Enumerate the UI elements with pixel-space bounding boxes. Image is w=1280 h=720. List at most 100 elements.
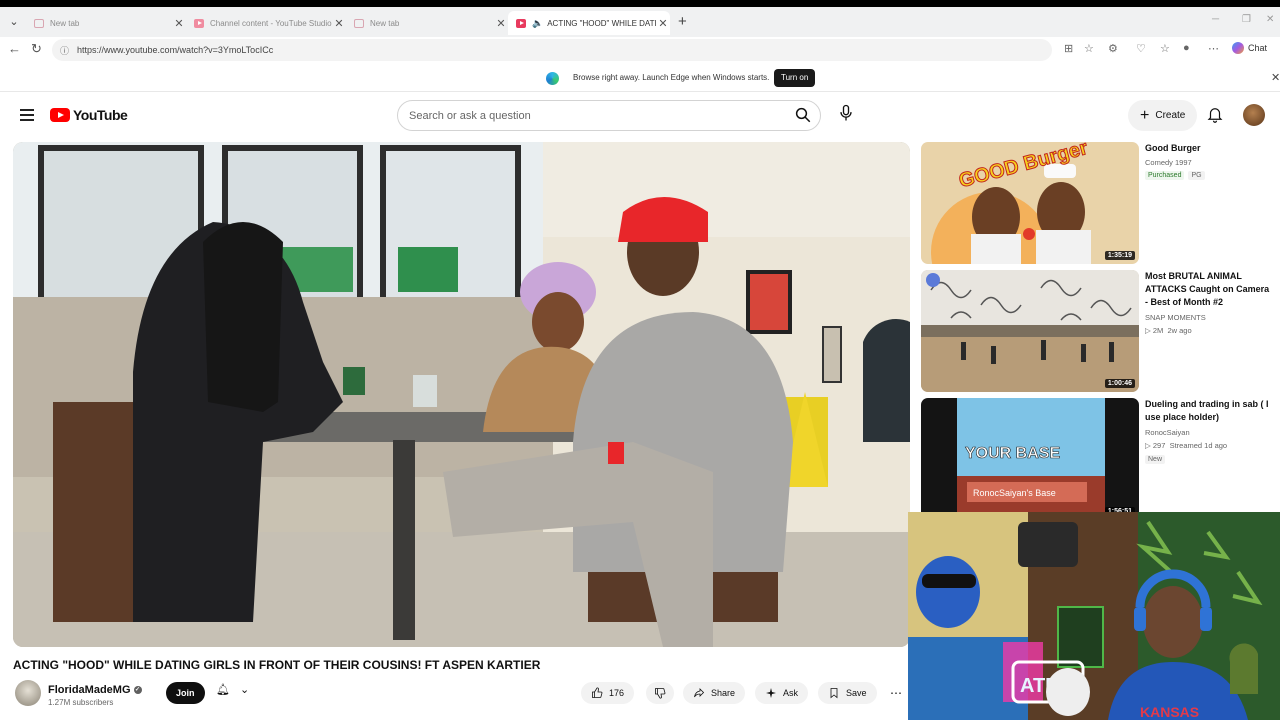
video-title: ACTING "HOOD" WHILE DATING GIRLS IN FRON… <box>13 658 541 672</box>
view-count: 2M <box>1152 326 1164 335</box>
microphone-icon[interactable] <box>836 102 856 124</box>
browser-essentials-icon[interactable]: ♡ <box>1136 42 1146 55</box>
recommendation-thumbnail[interactable]: 1:00:46 <box>921 270 1139 392</box>
recommendation-thumbnail[interactable]: GOOD Burger 1:35:19 <box>921 142 1139 264</box>
search-box[interactable]: Search or ask a question <box>397 100 821 131</box>
address-bar[interactable]: ⓘ https://www.youtube.com/watch?v=3YmoLT… <box>52 39 1052 61</box>
share-button[interactable]: Share <box>683 682 746 704</box>
banner-message: Browse right away. Launch Edge when Wind… <box>573 73 770 82</box>
streamer-webcam-image: ATM KANSAS <box>908 512 1280 720</box>
url-text: https://www.youtube.com/watch?v=3YmoLToc… <box>77 45 274 55</box>
youtube-wordmark: YouTube <box>73 107 128 123</box>
good-burger-thumbnail-image: GOOD Burger <box>921 142 1139 264</box>
chevron-down-icon: ⌄ <box>239 684 250 696</box>
channel-name-link[interactable]: FloridaMadeMG ✓ <box>48 684 142 696</box>
recommendation-channel: RonocSaiyan <box>1145 428 1190 437</box>
new-tab-icon[interactable]: + <box>678 13 687 30</box>
more-options-icon[interactable]: ⋯ <box>1208 42 1219 55</box>
recommendation-thumbnail[interactable]: YOUR BASE RonocSaiyan's Base 1:56:51 <box>921 398 1139 520</box>
tab-label: ACTING "HOOD" WHILE DATI <box>547 18 656 28</box>
recommendation-item[interactable]: 1:00:46 Most BRUTAL ANIMAL ATTACKS Caugh… <box>921 270 1280 394</box>
speaker-icon[interactable]: 🔈 <box>532 18 543 29</box>
upload-age: Streamed 1d ago <box>1169 441 1228 450</box>
recommendation-meta: Comedy 1997 <box>1145 158 1192 167</box>
back-icon[interactable]: ← <box>8 41 21 56</box>
recommendation-title: Dueling and trading in sab ( I use place… <box>1145 399 1269 422</box>
animal-attacks-thumbnail-image <box>921 270 1139 392</box>
recommendation-stats: ▷ 2M 2w ago <box>1145 326 1192 335</box>
roblox-base-thumbnail-image: YOUR BASE RonocSaiyan's Base <box>921 398 1139 520</box>
recommendation-stats: ▷ 297 Streamed 1d ago <box>1145 441 1227 450</box>
recommendation-item[interactable]: GOOD Burger 1:35:19 Good Burger Comedy 1… <box>921 142 1280 266</box>
close-window-icon[interactable]: ✕ <box>1266 14 1274 25</box>
close-tab-icon[interactable]: ✕ <box>332 17 346 30</box>
purchased-badge: Purchased <box>1145 171 1185 180</box>
tab-label: New tab <box>370 18 400 28</box>
menu-icon[interactable] <box>20 109 34 121</box>
split-screen-icon[interactable]: ⊞ <box>1064 42 1073 55</box>
recommendation-title: Good Burger <box>1145 143 1201 153</box>
more-actions-icon[interactable]: ⋯ <box>884 682 908 704</box>
duration-badge: 1:35:19 <box>1104 251 1135 260</box>
tab-actions-icon[interactable]: ⌄ <box>6 15 22 29</box>
favorites-icon[interactable]: ☆ <box>1160 42 1170 55</box>
ask-button[interactable]: Ask <box>755 682 809 704</box>
copilot-icon <box>1232 42 1244 54</box>
address-bar-row: ← ↻ ⓘ https://www.youtube.com/watch?v=3Y… <box>0 37 1280 63</box>
copilot-chat-button[interactable]: Chat <box>1232 42 1267 54</box>
tab-current-video[interactable]: 🔈 ACTING "HOOD" WHILE DATI ✕ <box>508 11 670 35</box>
plus-icon: + <box>1140 106 1150 124</box>
upload-age: 2w ago <box>1167 326 1192 335</box>
profile-icon[interactable]: ● <box>1183 42 1190 54</box>
duration-badge: 1:00:46 <box>1104 379 1135 388</box>
verified-check-icon: ✓ <box>133 686 142 694</box>
save-label: Save <box>846 688 867 698</box>
channel-avatar[interactable] <box>15 680 41 706</box>
channel-name: FloridaMadeMG <box>48 684 131 696</box>
minimize-icon[interactable]: ─ <box>1212 14 1219 25</box>
youtube-icon <box>516 18 526 28</box>
create-button[interactable]: + Create <box>1128 100 1198 131</box>
join-button[interactable]: Join <box>166 682 205 704</box>
search-icon[interactable] <box>794 106 812 124</box>
video-frame-image <box>13 142 910 647</box>
close-banner-icon[interactable]: ✕ <box>1271 71 1280 84</box>
refresh-icon[interactable]: ↻ <box>31 41 42 57</box>
youtube-logo[interactable]: YouTube <box>50 107 128 123</box>
favorite-star-icon[interactable]: ☆ <box>1084 42 1094 55</box>
save-button[interactable]: Save <box>818 682 877 704</box>
chat-label: Chat <box>1248 43 1268 53</box>
page-icon <box>34 18 44 28</box>
video-player[interactable] <box>13 142 910 647</box>
channel-row: FloridaMadeMG ✓ 1.27M subscribers Join 🔔… <box>13 680 913 720</box>
account-avatar[interactable] <box>1243 104 1265 126</box>
turn-on-button[interactable]: Turn on <box>774 69 816 87</box>
notifications-bell-icon[interactable] <box>1206 105 1224 123</box>
close-tab-icon[interactable]: ✕ <box>172 17 186 30</box>
tab-new-tab-2[interactable]: New tab ✕ <box>346 11 508 35</box>
tab-youtube-studio[interactable]: Channel content - YouTube Studio ✕ <box>186 11 346 35</box>
webcam-overlay: ATM KANSAS <box>908 512 1280 720</box>
subscriber-count: 1.27M subscribers <box>48 698 114 707</box>
like-button[interactable]: 176 <box>581 682 635 704</box>
view-count: 297 <box>1152 441 1166 450</box>
recommendation-item[interactable]: YOUR BASE RonocSaiyan's Base 1:56:51 Due… <box>921 398 1280 522</box>
youtube-studio-icon <box>194 18 204 28</box>
thumbs-up-icon <box>592 687 603 698</box>
maximize-icon[interactable]: ❐ <box>1242 14 1251 25</box>
ask-label: Ask <box>783 688 799 698</box>
site-info-icon[interactable]: ⓘ <box>60 44 69 57</box>
edge-startup-banner: Browse right away. Launch Edge when Wind… <box>0 64 1280 92</box>
bookmark-icon <box>830 688 838 699</box>
edge-logo-icon <box>546 72 559 85</box>
share-icon <box>694 688 705 698</box>
dislike-button[interactable] <box>646 682 674 704</box>
recommendation-badges: Purchased PG <box>1145 170 1209 180</box>
share-label: Share <box>711 688 736 698</box>
recommendation-title: Most BRUTAL ANIMAL ATTACKS Caught on Cam… <box>1145 271 1270 307</box>
tab-new-tab-1[interactable]: New tab ✕ <box>26 11 186 35</box>
subscription-notification-button[interactable]: 🔔︎ ⌄ <box>216 683 249 696</box>
close-tab-icon[interactable]: ✕ <box>656 17 670 30</box>
close-tab-icon[interactable]: ✕ <box>494 17 508 30</box>
extensions-icon[interactable]: ⚙ <box>1108 42 1118 55</box>
